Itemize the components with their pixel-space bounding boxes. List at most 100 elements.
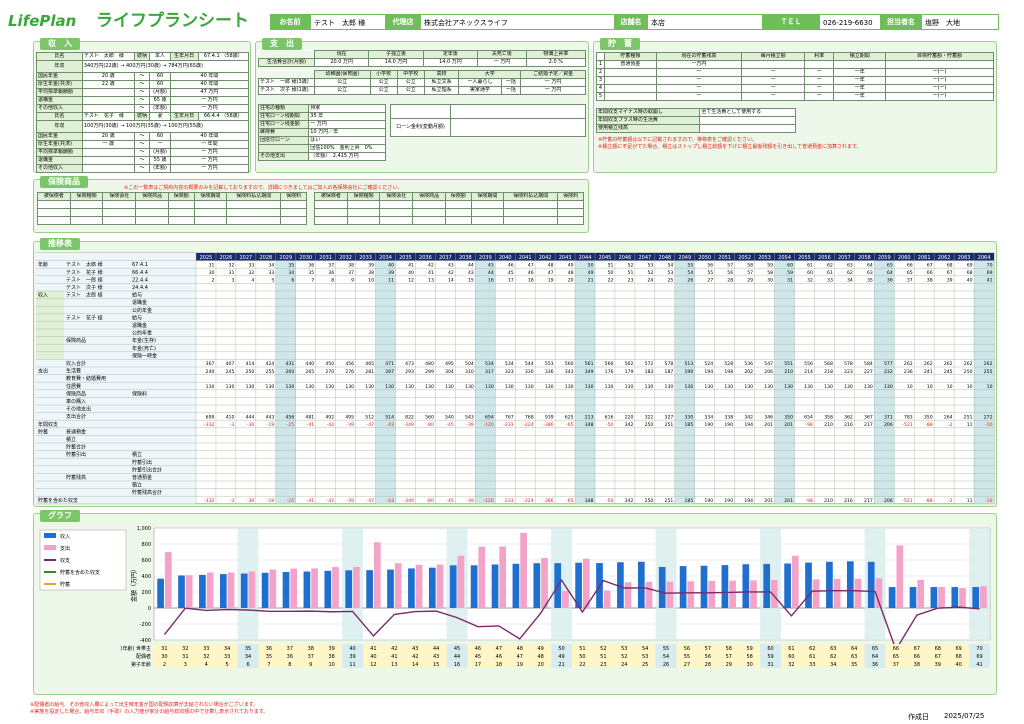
year-label: 2053 — [758, 255, 771, 261]
age-value: 61 — [809, 654, 815, 660]
value-cell: 342 — [625, 422, 634, 428]
age-value: 24 — [621, 662, 627, 668]
table-cell — [604, 76, 657, 85]
table-cell: 積立期間 — [833, 52, 887, 61]
value-cell: 60 — [807, 270, 813, 276]
age-value: 43 — [433, 654, 439, 660]
person-name: テスト 花子 様 — [81, 112, 135, 121]
value-cell: 10 — [368, 278, 374, 284]
age-value: 10 — [328, 662, 334, 668]
value-cell: 568 — [824, 361, 833, 367]
age-value: 49 — [558, 654, 564, 660]
legend-label: 支出 — [60, 545, 70, 552]
year-label: 2044 — [579, 255, 592, 261]
value-cell: 327 — [665, 414, 674, 420]
age-value: 33 — [809, 662, 815, 668]
value-cell: 287 — [385, 369, 394, 375]
age-value: 55 — [684, 654, 690, 660]
age-value: 50 — [579, 654, 585, 660]
table-cell: 住宅の種類 — [257, 104, 310, 113]
expense-bar — [436, 564, 444, 608]
value-cell: 201 — [764, 422, 773, 428]
living-head: 現在 子独立後 定年後 夫死亡後 物価上昇率 — [258, 50, 587, 59]
age-value: 49 — [537, 646, 543, 652]
table-cell: 一 万円 — [169, 156, 250, 165]
table-cell: テスト 一郎 様(3歳) — [258, 78, 315, 87]
income-bar — [428, 567, 436, 608]
table-cell — [699, 116, 796, 125]
row-sublabel: 積立 — [132, 451, 142, 458]
value-cell: -80 — [426, 498, 434, 504]
table-cell: 一 — [655, 84, 743, 93]
value-cell: 130 — [385, 384, 394, 390]
value-cell: 342 — [744, 414, 753, 420]
value-cell: 272 — [984, 414, 993, 420]
value-cell: -98 — [805, 422, 813, 428]
row-sublabel: 公的年金 — [132, 307, 152, 314]
value-cell: 130 — [305, 384, 314, 390]
value-cell: 11 — [967, 498, 973, 504]
row-label: 住居費 — [66, 383, 81, 390]
income-bar — [387, 569, 394, 608]
row-sublabel: 保険一時金 — [132, 352, 157, 359]
table-cell: 保険料払込期間 — [226, 192, 282, 201]
value-cell: 130 — [645, 384, 654, 390]
expense-bar — [603, 590, 611, 608]
shaded-column — [446, 528, 468, 640]
value-cell: 534 — [485, 361, 494, 367]
value-cell: 456 — [285, 414, 294, 420]
table-cell: 住宅ローン残期間 — [257, 112, 310, 121]
age-value: 35 — [851, 662, 857, 668]
year-label: 2061 — [918, 255, 931, 261]
housing-row: 団信100% 金利上昇 0% — [257, 144, 386, 153]
table-cell: 貯蓄種類 — [604, 52, 657, 61]
table-cell: 一 — [804, 84, 835, 93]
name-label: 氏名 — [36, 112, 83, 121]
age-value: 47 — [517, 654, 523, 660]
value-cell: 299 — [425, 369, 434, 375]
table-cell — [604, 84, 657, 93]
age-value: 36 — [872, 662, 878, 668]
value-cell: 3 — [231, 278, 234, 284]
year-label: 2058 — [858, 255, 871, 261]
expense-bar — [666, 581, 674, 608]
row-sublabel: 66.4.4 — [132, 270, 148, 276]
expense-title: 支 出 — [262, 38, 302, 50]
expense-bar — [645, 581, 653, 608]
value-cell: 350 — [784, 414, 793, 420]
table-cell: 保険料 — [557, 192, 584, 201]
table-cell: 10 万円／年 — [308, 128, 386, 137]
value-cell: 528 — [724, 361, 733, 367]
year-label: 2051 — [718, 255, 731, 261]
value-cell: -2 — [948, 498, 953, 504]
age-value: 69 — [976, 654, 982, 660]
value-cell: 37 — [348, 270, 354, 276]
value-cell: 334 — [704, 414, 713, 420]
value-cell: -3 — [230, 422, 235, 428]
value-cell: -88 — [925, 498, 933, 504]
shaded-column — [237, 528, 259, 640]
table-cell: 20 歳 — [81, 72, 135, 81]
value-cell: 179 — [625, 369, 634, 375]
savings-row: 1 普通預金 一万円 — [596, 60, 994, 69]
value-cell: -521 — [902, 498, 913, 504]
value-cell: 39 — [368, 262, 374, 268]
value-cell: 33 — [827, 278, 833, 284]
value-cell: -19 — [267, 422, 275, 428]
age-value: 41 — [976, 662, 982, 668]
age-value: 38 — [328, 654, 334, 660]
value-cell: 54 — [687, 270, 693, 276]
age-value: 59 — [767, 654, 773, 660]
table-cell: 住宅ローン残金額 — [257, 120, 310, 129]
table-cell — [37, 200, 71, 209]
table-cell: 生年月日 — [169, 52, 199, 61]
value-cell: 130 — [405, 384, 414, 390]
expense-panel: 支 出 現在 子独立後 定年後 夫死亡後 物価上昇率 生活費合計(月額) 20.0 万円 14… — [255, 38, 589, 173]
value-cell: 35 — [288, 262, 294, 268]
value-cell: 35 — [867, 278, 873, 284]
table-cell — [470, 200, 505, 209]
value-cell: 407 — [226, 361, 235, 367]
shaded-column — [655, 528, 677, 640]
age-value: 66 — [893, 646, 899, 652]
value-cell: 250 — [645, 498, 654, 504]
